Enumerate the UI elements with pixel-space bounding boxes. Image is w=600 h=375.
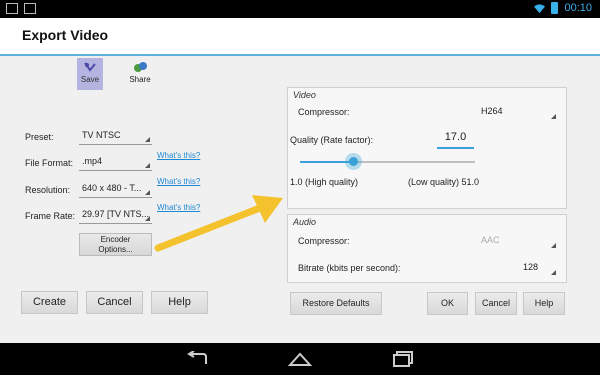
dialog-cancel-button[interactable]: Cancel bbox=[475, 292, 517, 315]
battery-icon bbox=[551, 2, 559, 14]
home-icon[interactable] bbox=[288, 351, 312, 367]
preset-value: TV NTSC bbox=[82, 130, 121, 140]
high-quality-label: 1.0 (High quality) bbox=[290, 177, 359, 187]
share-button[interactable]: Share bbox=[127, 58, 153, 90]
wifi-icon bbox=[534, 3, 546, 13]
image-notification-icon bbox=[6, 3, 18, 14]
dialog-help-button[interactable]: Help bbox=[523, 292, 565, 315]
file-format-value: .mp4 bbox=[82, 156, 103, 166]
bitrate-label: Bitrate (kbits per second): bbox=[298, 263, 401, 273]
help-button[interactable]: Help bbox=[151, 291, 208, 314]
frame-rate-value: 29.97 [TV NTS... bbox=[82, 209, 150, 219]
status-right: 00:10 bbox=[534, 2, 592, 14]
bitrate-value: 128 bbox=[523, 262, 539, 272]
status-time: 00:10 bbox=[564, 2, 592, 14]
whats-this-file-format-link[interactable]: What's this? bbox=[157, 151, 200, 160]
share-icon bbox=[134, 62, 147, 72]
annotation-arrow-icon bbox=[154, 195, 283, 252]
create-button[interactable]: Create bbox=[21, 291, 78, 314]
resolution-select[interactable]: 640 x 480 - T... bbox=[79, 180, 152, 198]
mail-notification-icon bbox=[24, 3, 36, 14]
save-icon bbox=[84, 62, 96, 72]
frame-rate-select[interactable]: 29.97 [TV NTS... bbox=[79, 206, 152, 224]
audio-compressor-label: Compressor: bbox=[298, 236, 350, 246]
encoder-options-button[interactable]: Encoder Options... bbox=[79, 233, 152, 256]
save-button[interactable]: Save bbox=[77, 58, 103, 90]
whats-this-resolution-link[interactable]: What's this? bbox=[157, 177, 200, 186]
page-title: Export Video bbox=[22, 27, 109, 43]
share-label: Share bbox=[129, 75, 151, 84]
back-icon[interactable] bbox=[186, 351, 210, 367]
ok-button[interactable]: OK bbox=[427, 292, 468, 315]
frame-rate-label: Frame Rate: bbox=[25, 211, 76, 221]
save-label: Save bbox=[80, 75, 100, 84]
preset-select[interactable]: TV NTSC bbox=[79, 127, 152, 145]
bitrate-select[interactable]: 128 bbox=[520, 259, 558, 277]
preset-label: Preset: bbox=[25, 132, 54, 142]
video-compressor-value: H264 bbox=[481, 106, 503, 116]
restore-defaults-button[interactable]: Restore Defaults bbox=[290, 292, 382, 315]
audio-panel-title: Audio bbox=[293, 217, 317, 227]
video-compressor-label: Compressor: bbox=[298, 107, 350, 117]
encoder-options-label-line2: Options... bbox=[98, 245, 133, 254]
export-video-screen: 00:10 Export Video Save Share Preset: TV… bbox=[0, 0, 600, 375]
encoder-options-label-line1: Encoder bbox=[100, 235, 131, 244]
video-panel-title: Video bbox=[293, 90, 316, 100]
cancel-button[interactable]: Cancel bbox=[86, 291, 143, 314]
file-format-label: File Format: bbox=[25, 158, 74, 168]
audio-compressor-value: AAC bbox=[481, 235, 500, 245]
audio-compressor-select[interactable]: AAC bbox=[478, 232, 558, 250]
resolution-label: Resolution: bbox=[25, 185, 71, 195]
notification-icons bbox=[6, 3, 36, 14]
recent-apps-icon[interactable] bbox=[392, 351, 414, 367]
quality-label: Quality (Rate factor): bbox=[290, 135, 374, 145]
low-quality-label: (Low quality) 51.0 bbox=[408, 177, 480, 187]
quality-input[interactable]: 17.0 bbox=[437, 131, 474, 149]
quality-slider-thumb[interactable] bbox=[344, 153, 362, 170]
title-bar: Export Video bbox=[0, 18, 600, 56]
status-bar: 00:10 bbox=[0, 0, 600, 18]
video-compressor-select[interactable]: H264 bbox=[478, 103, 558, 121]
navigation-bar bbox=[0, 343, 600, 375]
file-format-select[interactable]: .mp4 bbox=[79, 153, 152, 171]
resolution-value: 640 x 480 - T... bbox=[82, 183, 142, 193]
